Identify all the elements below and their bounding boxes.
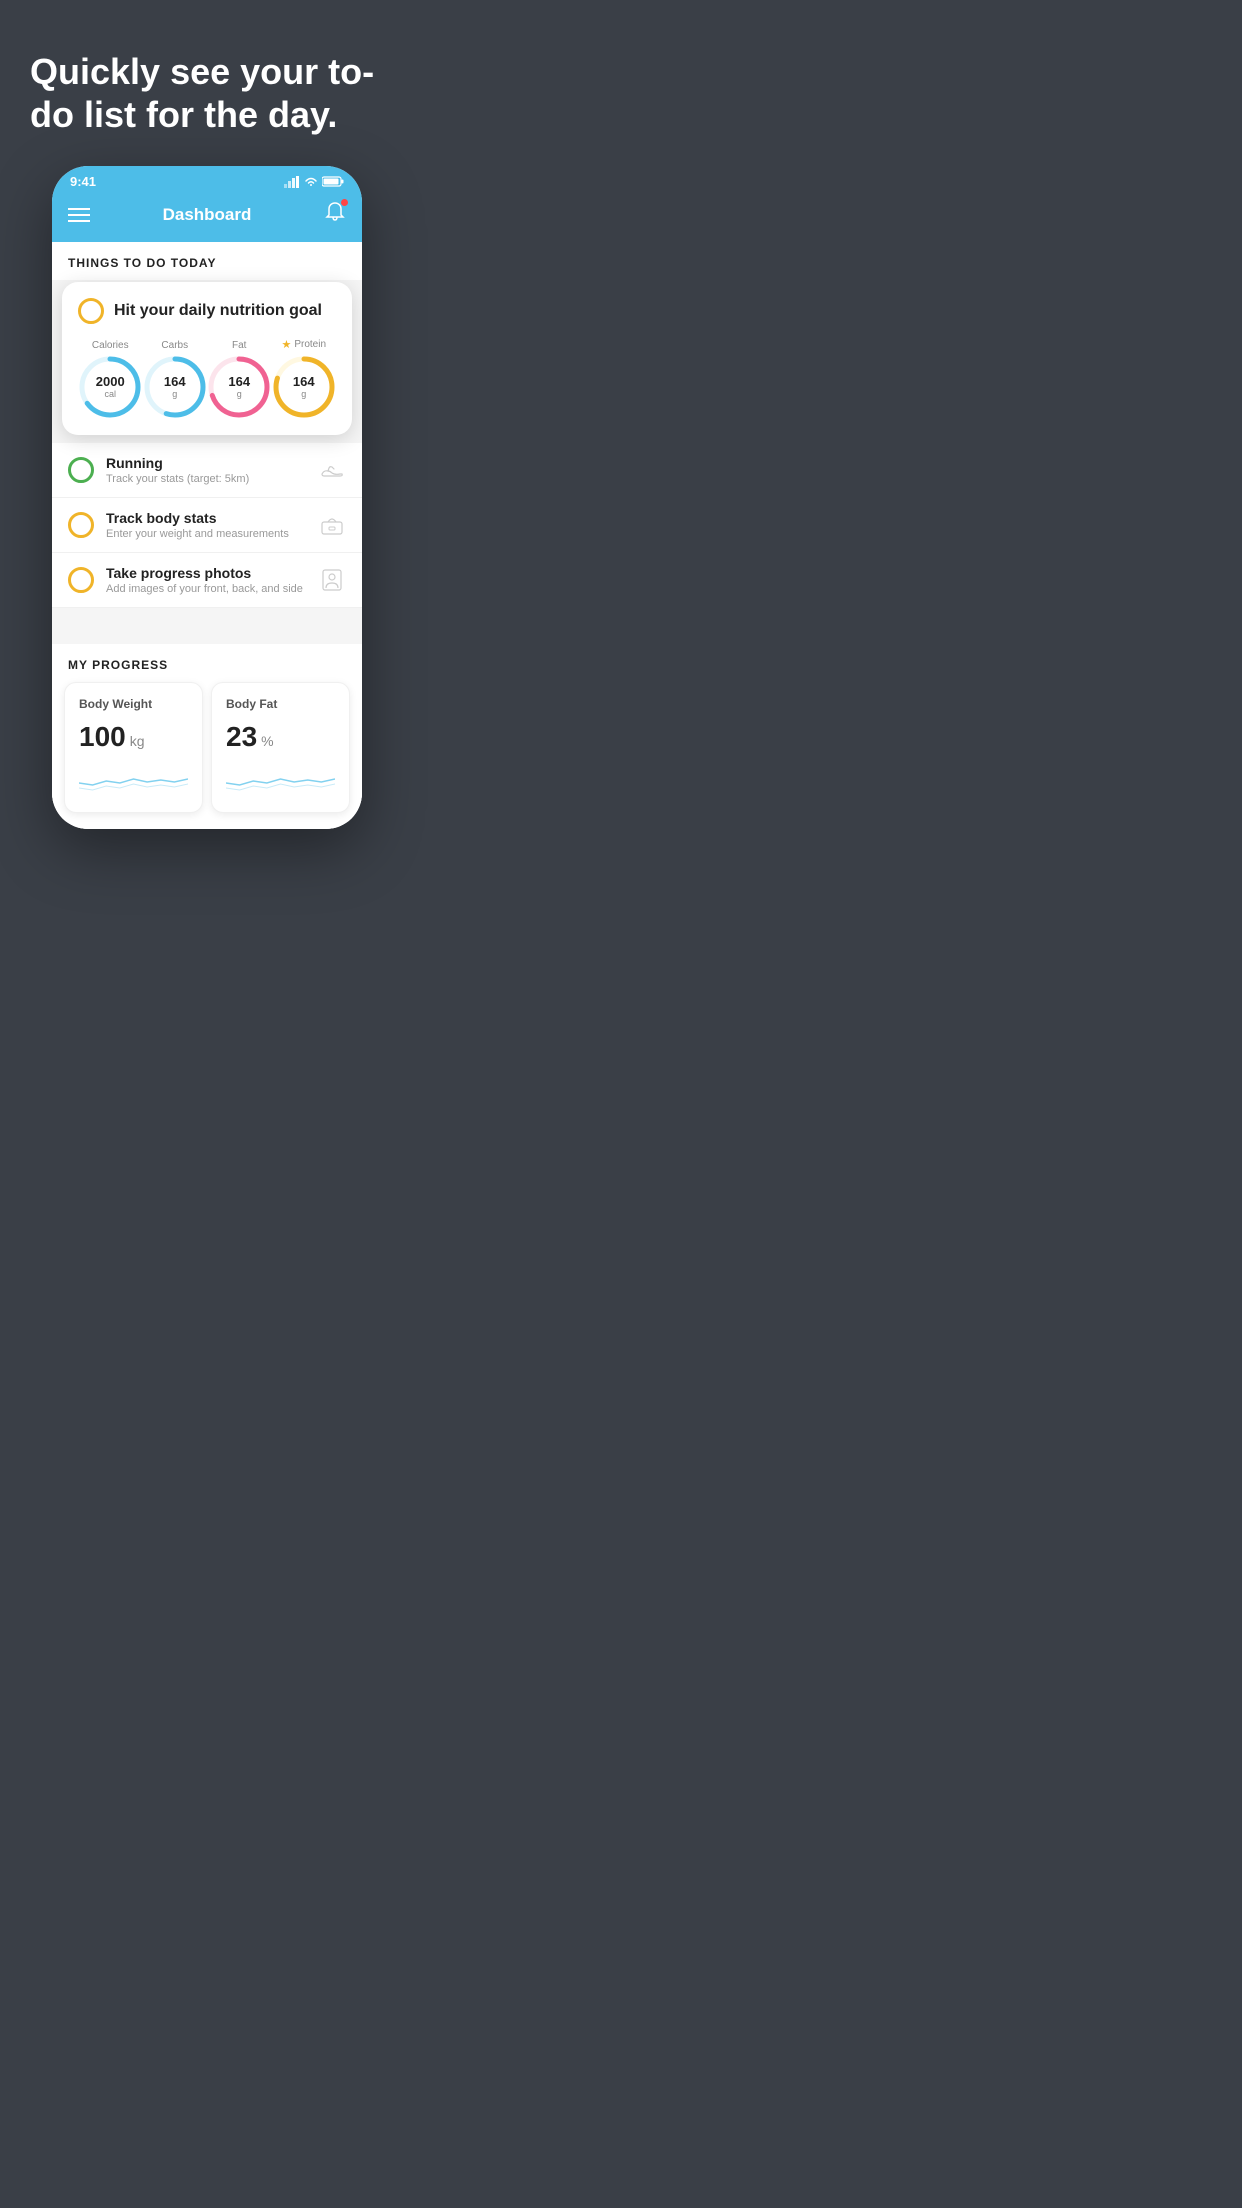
progress-card-title: Body Weight — [79, 697, 188, 711]
circle-value: 2000 — [96, 375, 125, 389]
todo-title: Running — [106, 455, 306, 471]
things-section-header: THINGS TO DO TODAY — [52, 242, 362, 280]
star-icon: ★ — [281, 338, 291, 351]
todo-icon — [318, 456, 346, 484]
notification-dot — [341, 199, 348, 206]
nutrition-item: Calories 2000 cal — [78, 340, 142, 419]
circle-unit: g — [228, 390, 250, 400]
progress-unit: kg — [130, 733, 145, 749]
hero-section: Quickly see your to-do list for the day. — [0, 0, 414, 166]
todo-item[interactable]: Track body stats Enter your weight and m… — [52, 498, 362, 553]
circle-value: 164 — [293, 375, 315, 389]
progress-value: 100 — [79, 721, 126, 753]
circle-chart: 164 g — [207, 355, 271, 419]
circle-value: 164 — [164, 375, 186, 389]
progress-section-header: MY PROGRESS — [52, 644, 362, 682]
progress-card[interactable]: Body Weight 100 kg — [64, 682, 203, 813]
phone-frame: 9:41 — [52, 166, 362, 829]
progress-value-row: 23 % — [226, 721, 335, 753]
wifi-icon — [304, 176, 318, 187]
circle-chart: 164 g — [272, 355, 336, 419]
page: Quickly see your to-do list for the day.… — [0, 0, 414, 869]
nutrition-card-title: Hit your daily nutrition goal — [114, 302, 322, 320]
todo-info: Running Track your stats (target: 5km) — [106, 455, 306, 485]
todo-checkbox[interactable] — [68, 567, 94, 593]
circle-chart: 164 g — [143, 355, 207, 419]
spacer — [52, 608, 362, 628]
notification-button[interactable] — [324, 201, 346, 228]
phone-mockup: 9:41 — [0, 166, 414, 829]
nutrition-label: Carbs — [161, 340, 188, 351]
progress-value: 23 — [226, 721, 257, 753]
progress-cards: Body Weight 100 kg Body Fat 23 % — [52, 682, 362, 829]
todo-title: Track body stats — [106, 510, 306, 526]
todo-title: Take progress photos — [106, 565, 306, 581]
nutrition-label: ★Protein — [281, 338, 326, 351]
circle-unit: cal — [96, 390, 125, 400]
todo-info: Track body stats Enter your weight and m… — [106, 510, 306, 540]
todo-checkbox[interactable] — [68, 457, 94, 483]
progress-card-title: Body Fat — [226, 697, 335, 711]
nutrition-label: Fat — [232, 340, 246, 351]
todo-icon — [318, 511, 346, 539]
todo-item[interactable]: Running Track your stats (target: 5km) — [52, 443, 362, 498]
todo-icon — [318, 566, 346, 594]
mini-chart — [79, 763, 188, 793]
todo-checkbox[interactable] — [68, 512, 94, 538]
nutrition-item: ★Protein 164 g — [272, 338, 336, 419]
circle-unit: g — [293, 390, 315, 400]
status-icons — [284, 176, 344, 188]
mini-chart — [226, 763, 335, 793]
nutrition-card-header: Hit your daily nutrition goal — [78, 298, 336, 324]
app-content: THINGS TO DO TODAY Hit your daily nutrit… — [52, 242, 362, 829]
app-header: Dashboard — [52, 193, 362, 242]
nutrition-card: Hit your daily nutrition goal Calories 2… — [62, 282, 352, 435]
nutrition-circles: Calories 2000 cal Carbs 164 g Fat 164 g … — [78, 338, 336, 419]
progress-section: MY PROGRESS Body Weight 100 kg Body Fat … — [52, 644, 362, 829]
battery-icon — [322, 176, 344, 187]
circle-value: 164 — [228, 375, 250, 389]
nutrition-item: Carbs 164 g — [143, 340, 207, 419]
status-time: 9:41 — [70, 174, 96, 189]
todo-subtitle: Add images of your front, back, and side — [106, 583, 306, 595]
status-bar: 9:41 — [52, 166, 362, 193]
menu-icon[interactable] — [68, 208, 90, 222]
todo-info: Take progress photos Add images of your … — [106, 565, 306, 595]
circle-unit: g — [164, 390, 186, 400]
todo-subtitle: Enter your weight and measurements — [106, 528, 306, 540]
todo-item[interactable]: Take progress photos Add images of your … — [52, 553, 362, 608]
header-title: Dashboard — [163, 205, 252, 225]
nutrition-label: Calories — [92, 340, 129, 351]
hero-title: Quickly see your to-do list for the day. — [30, 50, 384, 136]
progress-value-row: 100 kg — [79, 721, 188, 753]
progress-card[interactable]: Body Fat 23 % — [211, 682, 350, 813]
nutrition-checkbox[interactable] — [78, 298, 104, 324]
circle-chart: 2000 cal — [78, 355, 142, 419]
nutrition-item: Fat 164 g — [207, 340, 271, 419]
todo-subtitle: Track your stats (target: 5km) — [106, 473, 306, 485]
todo-list: Running Track your stats (target: 5km) T… — [52, 443, 362, 608]
progress-unit: % — [261, 733, 273, 749]
signal-icon — [284, 176, 300, 188]
